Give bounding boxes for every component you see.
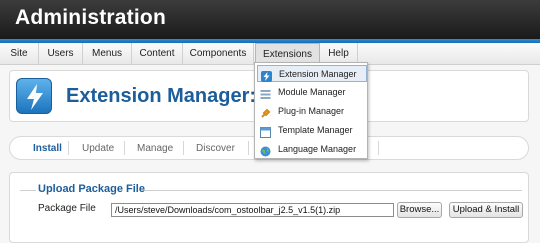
tab-separator	[248, 141, 249, 155]
menu-extensions[interactable]: Extensions	[255, 43, 320, 64]
dropdown-item-extension-manager[interactable]: Extension Manager	[257, 65, 367, 82]
dropdown-item-module-manager[interactable]: Module Manager	[257, 84, 367, 101]
browse-button[interactable]: Browse...	[397, 202, 442, 218]
fieldset-border	[142, 190, 522, 191]
app-title: Administration	[15, 6, 166, 29]
menu-content[interactable]: Content	[132, 43, 183, 64]
extension-manager-icon	[16, 78, 52, 114]
top-bar: Administration	[0, 0, 540, 39]
plugin-icon	[260, 106, 271, 118]
menu-users[interactable]: Users	[39, 43, 83, 64]
tab-manage[interactable]: Manage	[137, 142, 173, 155]
menu-help[interactable]: Help	[320, 43, 358, 64]
extensions-dropdown-menu: Extension Manager Module Manager Plug-in…	[254, 62, 368, 159]
package-file-label: Package File	[38, 203, 96, 214]
dropdown-item-label: Language Manager	[278, 144, 357, 154]
dropdown-item-label: Extension Manager	[279, 69, 357, 79]
dropdown-item-label: Module Manager	[278, 87, 346, 97]
module-icon	[260, 87, 271, 99]
upload-install-button[interactable]: Upload & Install	[449, 202, 523, 218]
tab-install[interactable]: Install	[33, 142, 62, 155]
menu-site[interactable]: Site	[0, 43, 39, 64]
template-icon	[260, 125, 271, 138]
language-icon	[260, 144, 271, 157]
tab-separator	[124, 141, 125, 155]
extension-icon	[261, 69, 272, 82]
tab-separator	[378, 141, 379, 155]
dropdown-item-template-manager[interactable]: Template Manager	[257, 122, 367, 139]
dropdown-item-language-manager[interactable]: Language Manager	[257, 141, 367, 158]
package-file-input[interactable]: /Users/steve/Downloads/com_ostoolbar_j2.…	[111, 203, 394, 217]
dropdown-item-plugin-manager[interactable]: Plug-in Manager	[257, 103, 367, 120]
menu-components[interactable]: Components	[183, 43, 254, 64]
dropdown-item-label: Template Manager	[278, 125, 353, 135]
menu-menus[interactable]: Menus	[83, 43, 132, 64]
upload-legend: Upload Package File	[38, 183, 145, 195]
dropdown-item-label: Plug-in Manager	[278, 106, 345, 116]
tab-discover[interactable]: Discover	[196, 142, 235, 155]
fieldset-border	[20, 190, 36, 191]
tab-separator	[183, 141, 184, 155]
tab-separator	[68, 141, 69, 155]
tab-update[interactable]: Update	[82, 142, 114, 155]
